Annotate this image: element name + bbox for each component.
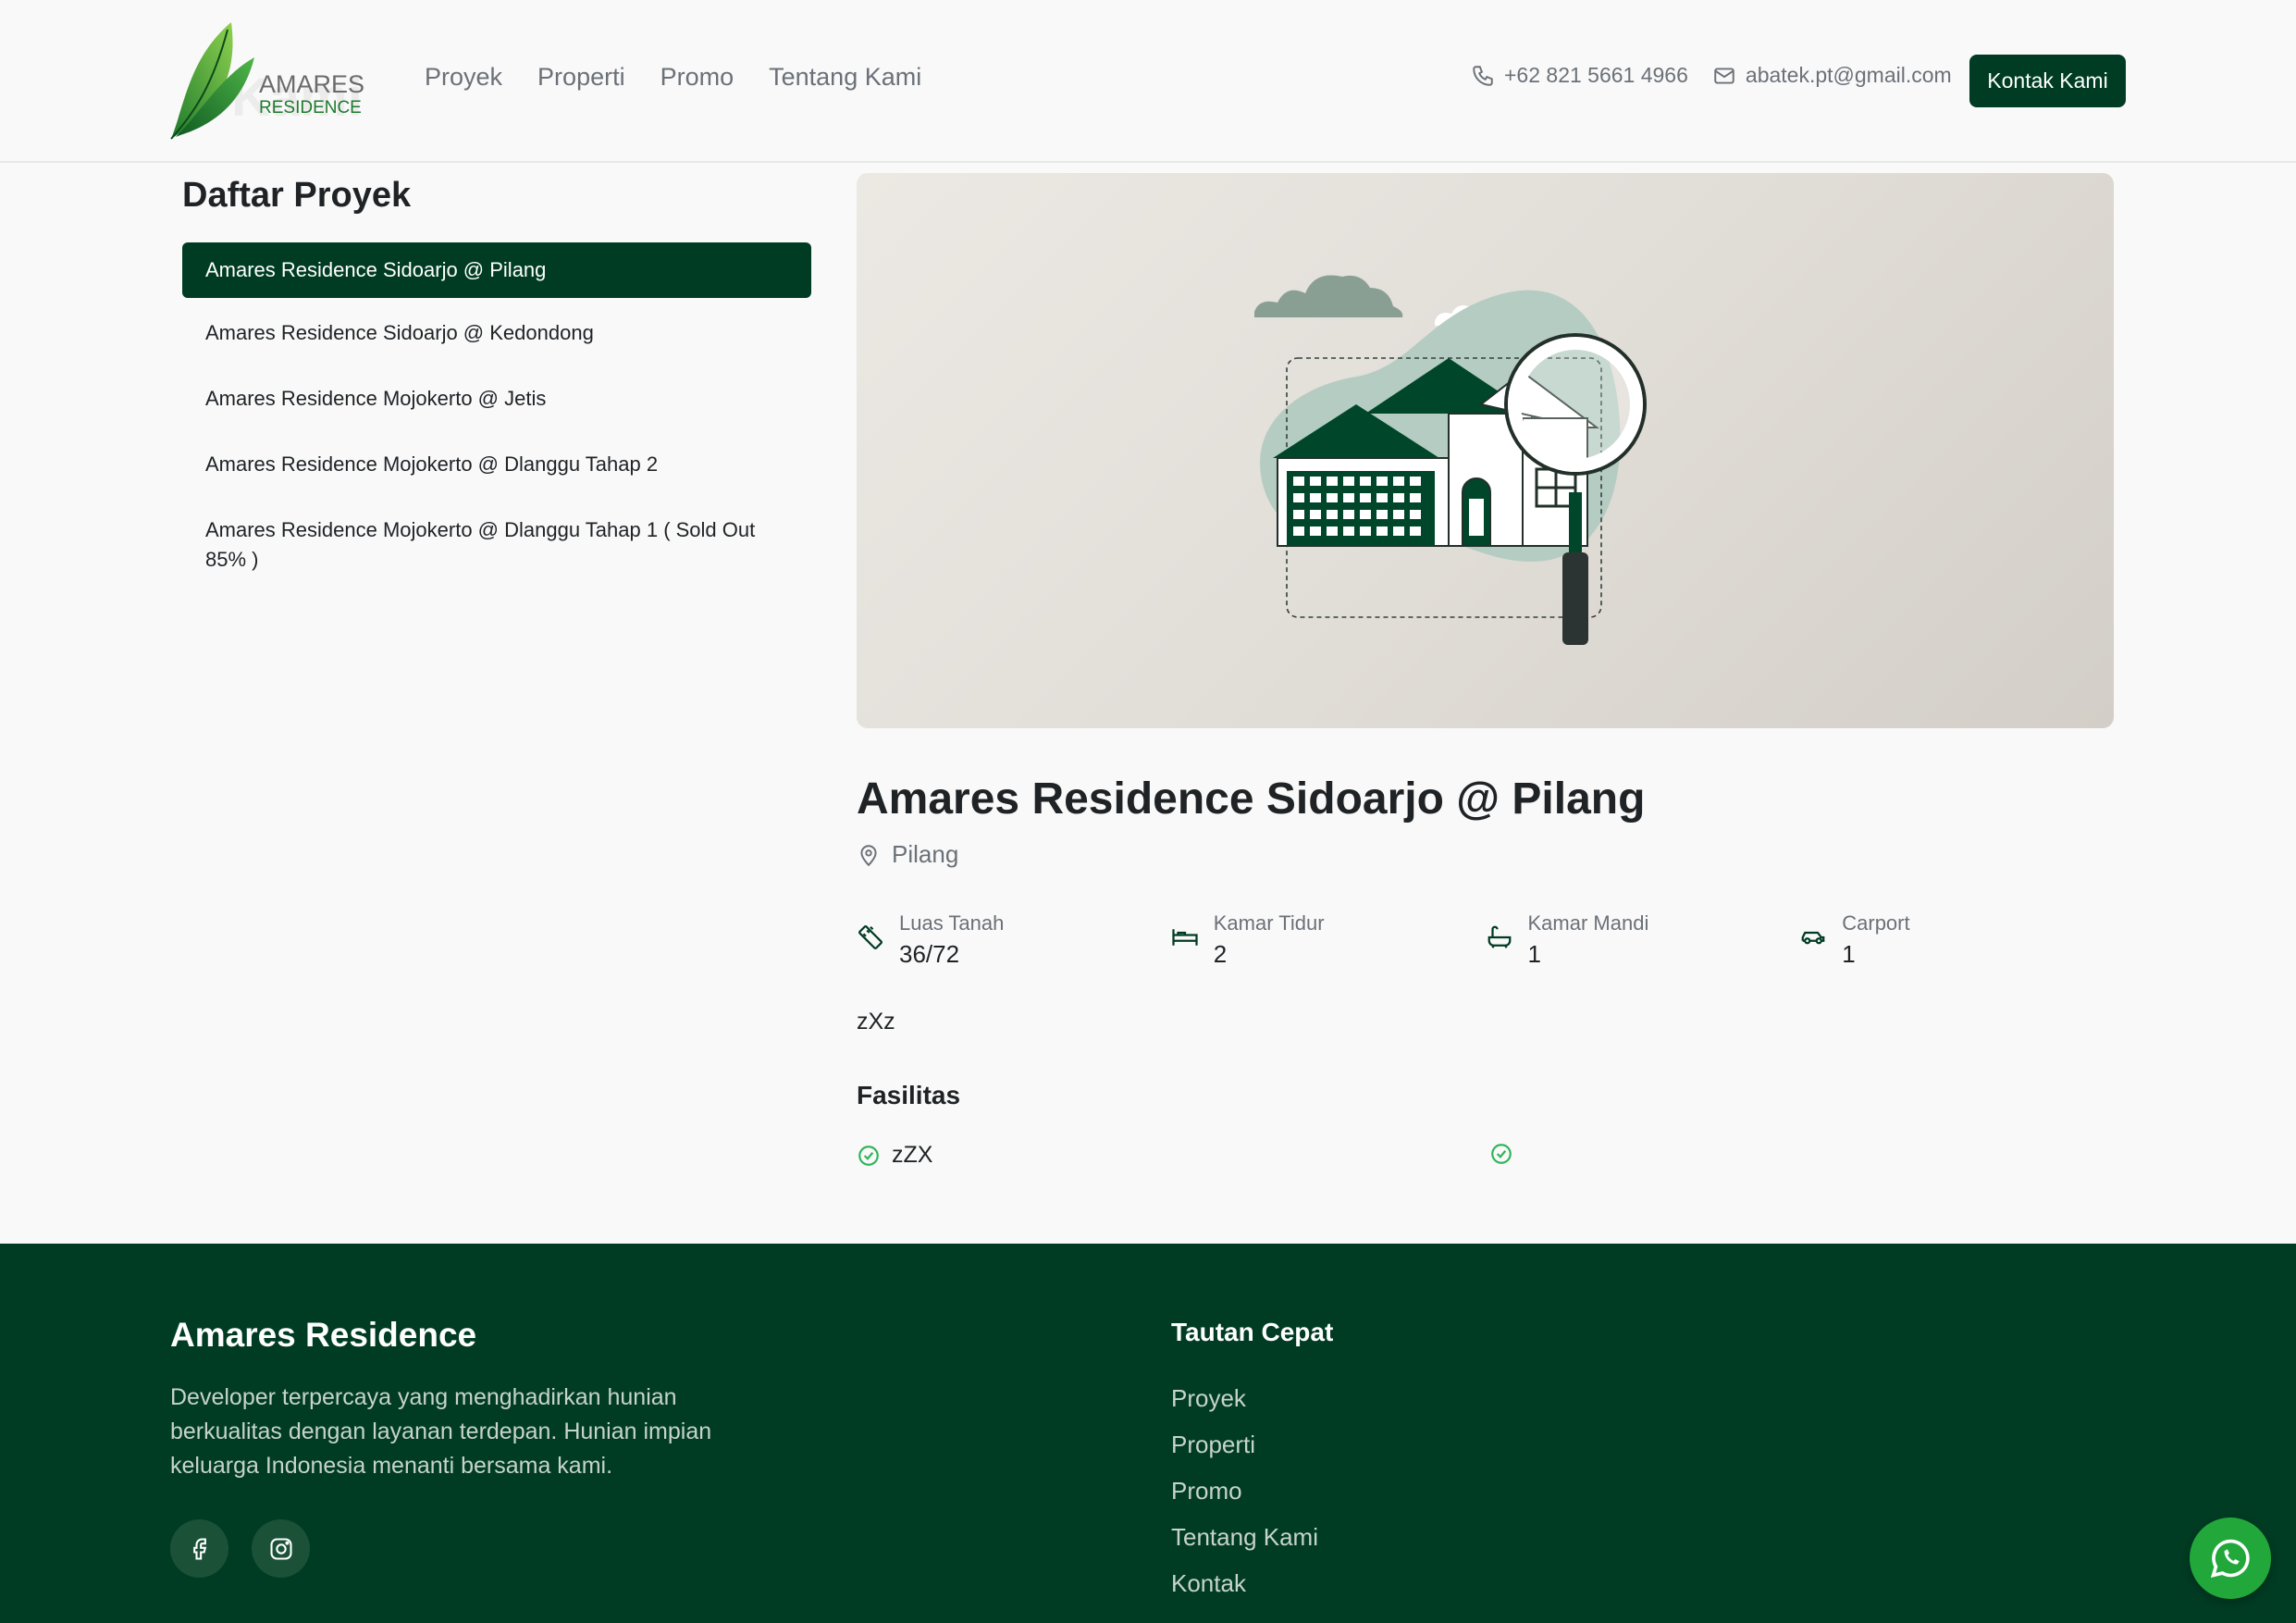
project-item[interactable]: Amares Residence Mojokerto @ Dlanggu Tah…	[182, 434, 811, 495]
phone-link[interactable]: +62 821 5661 4966	[1471, 63, 1688, 88]
footer-link-tentang-kami[interactable]: Tentang Kami	[1171, 1514, 1318, 1560]
logo[interactable]: AMARES RESIDENCE	[167, 20, 370, 141]
spec-kamar-tidur: Kamar Tidur 2	[1171, 909, 1486, 970]
property-description: zXz	[857, 1009, 895, 1035]
bath-icon	[1487, 925, 1511, 948]
header-contact: +62 821 5661 4966 abatek.pt@gmail.com	[1471, 63, 1952, 88]
project-list: Amares Residence Sidoarjo @ Pilang Amare…	[182, 242, 811, 595]
nav-link-proyek[interactable]: Proyek	[425, 63, 502, 92]
instagram-icon	[269, 1537, 292, 1560]
nav-link-properti[interactable]: Properti	[537, 63, 625, 92]
email-link[interactable]: abatek.pt@gmail.com	[1712, 63, 1952, 88]
site-footer: Amares Residence Developer terpercaya ya…	[0, 1244, 2296, 1623]
quick-links: Proyek Properti Promo Tentang Kami Konta…	[1171, 1375, 1318, 1606]
facility-text: zZX	[892, 1142, 933, 1168]
mail-icon	[1714, 67, 1734, 84]
nav-link-promo[interactable]: Promo	[660, 63, 734, 92]
footer-description: Developer terpercaya yang menghadirkan h…	[170, 1384, 712, 1479]
spec-label: Kamar Tidur	[1213, 911, 1325, 935]
spec-value: 1	[1527, 940, 1541, 968]
spec-label: Luas Tanah	[899, 911, 1005, 935]
facebook-button[interactable]	[170, 1519, 228, 1578]
leaf-logo-icon: AMARES RESIDENCE	[170, 22, 364, 140]
facility-item: zZX	[857, 1142, 932, 1169]
property-title: Amares Residence Sidoarjo @ Pilang	[857, 774, 1646, 824]
spec-value: 1	[1842, 940, 1856, 968]
property-specs: Luas Tanah 36/72 Kamar Tidur 2 Kamar Man…	[857, 909, 2114, 970]
map-pin-icon	[860, 844, 877, 866]
phone-icon	[1473, 65, 1493, 86]
property-location: Pilang	[857, 840, 958, 869]
bed-icon	[1172, 929, 1198, 946]
svg-text:RESIDENCE: RESIDENCE	[259, 98, 362, 118]
whatsapp-icon	[2210, 1539, 2250, 1578]
spec-luas-tanah: Luas Tanah 36/72	[857, 909, 1171, 970]
property-image	[857, 173, 2114, 728]
svg-text:AMARES: AMARES	[259, 70, 364, 98]
facility-item	[1489, 1142, 1524, 1166]
car-icon	[1801, 931, 1825, 945]
spec-carport: Carport 1	[1799, 909, 2114, 970]
project-item[interactable]: Amares Residence Mojokerto @ Dlanggu Tah…	[182, 500, 811, 590]
footer-link-promo[interactable]: Promo	[1171, 1468, 1318, 1514]
spec-label: Kamar Mandi	[1527, 911, 1649, 935]
spec-value: 36/72	[899, 940, 960, 968]
project-list-title: Daftar Proyek	[182, 176, 412, 215]
spec-label: Carport	[1842, 911, 1910, 935]
project-item[interactable]: Amares Residence Sidoarjo @ Kedondong	[182, 303, 811, 364]
nav-link-tentang-kami[interactable]: Tentang Kami	[769, 63, 921, 92]
check-circle-icon	[1491, 1144, 1512, 1164]
house-search-illustration	[1254, 275, 1647, 645]
main-nav: Proyek Properti Promo Tentang Kami	[425, 63, 921, 92]
footer-link-kontak[interactable]: Kontak	[1171, 1560, 1318, 1606]
phone-number: +62 821 5661 4966	[1504, 63, 1688, 87]
facilities-title: Fasilitas	[857, 1081, 961, 1109]
project-item[interactable]: Amares Residence Mojokerto @ Jetis	[182, 368, 811, 429]
quick-links-title: Tautan Cepat	[1171, 1318, 1334, 1346]
check-circle-icon	[858, 1145, 879, 1166]
instagram-button[interactable]	[252, 1519, 310, 1578]
project-item-active[interactable]: Amares Residence Sidoarjo @ Pilang	[182, 242, 811, 298]
spec-kamar-mandi: Kamar Mandi 1	[1486, 909, 1800, 970]
whatsapp-button[interactable]	[2190, 1518, 2271, 1599]
footer-link-properti[interactable]: Properti	[1171, 1421, 1318, 1468]
email-address: abatek.pt@gmail.com	[1745, 63, 1952, 87]
site-header: Kami AMARES RESIDENCE Proyek Properti Pr…	[0, 0, 2296, 163]
location-text: Pilang	[892, 840, 959, 868]
facebook-icon	[192, 1537, 206, 1560]
contact-us-button[interactable]: Kontak Kami	[1969, 55, 2126, 107]
spec-value: 2	[1213, 940, 1228, 968]
ruler-icon	[858, 925, 883, 949]
footer-brand: Amares Residence	[170, 1316, 477, 1354]
footer-link-proyek[interactable]: Proyek	[1171, 1375, 1318, 1421]
